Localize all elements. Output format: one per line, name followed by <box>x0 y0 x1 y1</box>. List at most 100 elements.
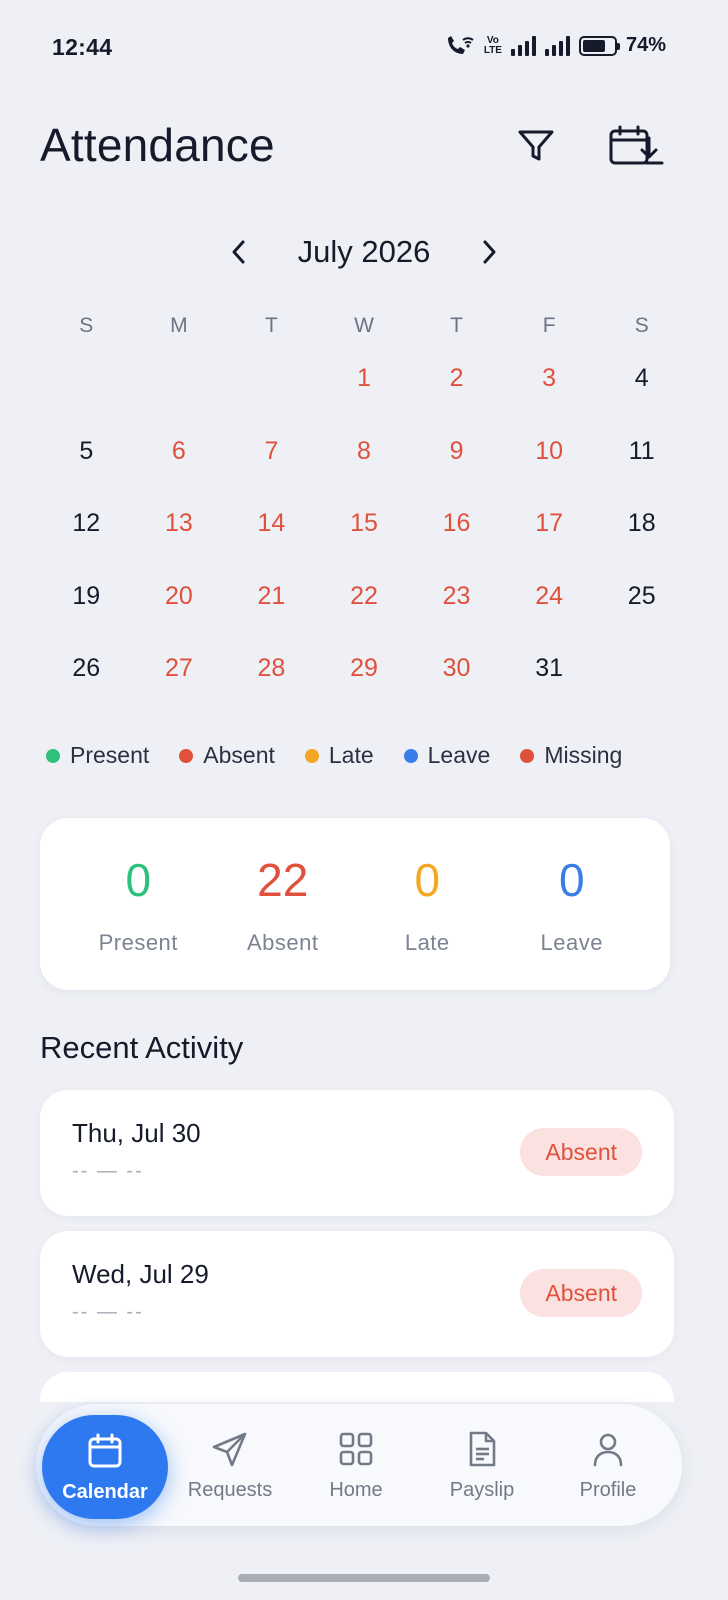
month-navigation: July 2026 <box>0 232 728 272</box>
calendar-day[interactable]: 13 <box>133 487 226 560</box>
weekday-label: W <box>354 314 374 337</box>
weekday-label: F <box>542 314 556 337</box>
weekday-label: S <box>79 314 94 337</box>
stat-absent: 22 Absent <box>211 818 356 990</box>
status-icons: Vo LTE 74% <box>445 34 666 57</box>
calendar-day[interactable]: 24 <box>503 560 596 633</box>
calendar-day[interactable]: 20 <box>133 560 226 633</box>
calendar-day-empty <box>133 342 226 415</box>
prev-month-button[interactable] <box>224 232 254 272</box>
nav-calendar[interactable]: Calendar <box>42 1415 168 1519</box>
calendar-day[interactable]: 21 <box>225 560 318 633</box>
calendar-day[interactable]: 12 <box>40 487 133 560</box>
nav-label: Profile <box>579 1478 637 1501</box>
legend-dot <box>304 748 319 763</box>
recent-activity-title: Recent Activity <box>40 1030 244 1065</box>
calendar-day[interactable]: 5 <box>40 415 133 488</box>
stat-label: Present <box>98 930 178 955</box>
calendar-day-empty <box>225 342 318 415</box>
signal-icon <box>510 35 536 56</box>
calendar-download-icon <box>609 125 664 165</box>
nav-label: Home <box>329 1478 383 1501</box>
legend-missing: Missing <box>520 742 622 769</box>
calendar-day[interactable]: 22 <box>318 560 411 633</box>
stat-label: Leave <box>540 930 603 955</box>
status-badge: Absent <box>520 1128 642 1176</box>
calendar-day[interactable]: 6 <box>133 415 226 488</box>
calendar-day-empty <box>595 632 688 705</box>
weekday-label: S <box>634 314 649 337</box>
day-grid: 1 2 3 4 5 6 7 8 9 10 11 12 13 14 15 16 17 18 19 20 21 22 23 24 2… <box>40 342 688 705</box>
legend-dot <box>179 748 194 763</box>
bottom-navigation: Calendar Requests Home Payslip Profile <box>36 1404 682 1526</box>
stat-label: Late <box>404 930 450 955</box>
next-month-button[interactable] <box>474 232 504 272</box>
weekday-label: M <box>170 314 188 337</box>
calendar-day[interactable]: 26 <box>40 632 133 705</box>
status-badge: Absent <box>520 1269 642 1317</box>
calendar-week-row: 26 27 28 29 30 31 <box>40 632 688 705</box>
weekday-label: T <box>450 314 463 337</box>
stat-leave: 0 Leave <box>500 818 645 990</box>
calendar-day[interactable]: 9 <box>410 415 503 488</box>
grid-icon <box>339 1432 373 1465</box>
activity-item[interactable]: Thu, Jul 30 -- — -- Absent <box>40 1090 674 1216</box>
calendar-day[interactable]: 28 <box>225 632 318 705</box>
activity-item[interactable]: Wed, Jul 29 -- — -- Absent <box>40 1231 674 1357</box>
calendar-day[interactable]: 10 <box>503 415 596 488</box>
calendar-day[interactable]: 17 <box>503 487 596 560</box>
calendar-day[interactable]: 2 <box>410 342 503 415</box>
calendar-day[interactable]: 19 <box>40 560 133 633</box>
wifi-call-icon <box>447 35 474 54</box>
nav-home[interactable]: Home <box>296 1404 416 1526</box>
stat-present: 0 Present <box>66 818 211 990</box>
chevron-left-icon <box>232 240 245 264</box>
nav-requests[interactable]: Requests <box>170 1404 290 1526</box>
nav-payslip[interactable]: Payslip <box>422 1404 542 1526</box>
calendar-day[interactable]: 8 <box>318 415 411 488</box>
chevron-right-icon <box>483 240 496 264</box>
stat-label: Absent <box>247 930 319 955</box>
activity-time: -- — -- <box>72 1160 144 1182</box>
calendar-grid: S M T W T F S 1 2 3 4 5 6 7 8 9 10 11 12 13 14 15 16 17 1… <box>40 310 688 705</box>
calendar-day[interactable]: 16 <box>410 487 503 560</box>
user-icon <box>593 1433 623 1466</box>
calendar-day-empty <box>40 342 133 415</box>
legend-late: Late <box>304 742 374 769</box>
weekday-label: T <box>265 314 278 337</box>
calendar-week-row: 19 20 21 22 23 24 25 <box>40 560 688 633</box>
nav-label: Requests <box>187 1478 273 1501</box>
export-calendar-button[interactable] <box>608 118 664 174</box>
calendar-day[interactable]: 3 <box>503 342 596 415</box>
calendar-day[interactable]: 11 <box>595 415 688 488</box>
calendar-week-row: 1234 <box>40 342 688 415</box>
calendar-day[interactable]: 30 <box>410 632 503 705</box>
filter-button[interactable] <box>508 118 564 174</box>
legend-dot <box>520 748 535 763</box>
status-time: 12:44 <box>52 34 113 60</box>
calendar-icon <box>88 1433 122 1467</box>
legend-leave: Leave <box>403 742 490 769</box>
calendar-day[interactable]: 25 <box>595 560 688 633</box>
filter-icon <box>518 130 554 161</box>
calendar-day[interactable]: 23 <box>410 560 503 633</box>
activity-date: Wed, Jul 29 <box>72 1259 209 1289</box>
calendar-day[interactable]: 15 <box>318 487 411 560</box>
document-icon <box>469 1431 496 1466</box>
month-label: July 2026 <box>297 234 431 269</box>
calendar-day[interactable]: 1 <box>318 342 411 415</box>
calendar-day[interactable]: 18 <box>595 487 688 560</box>
calendar-day[interactable]: 14 <box>225 487 318 560</box>
calendar-day[interactable]: 31 <box>503 632 596 705</box>
nav-profile[interactable]: Profile <box>548 1404 668 1526</box>
stat-value: 0 <box>125 854 152 906</box>
battery-level: 74% <box>625 34 666 56</box>
calendar-day[interactable]: 27 <box>133 632 226 705</box>
calendar-week-row: 5 6 7 8 9 10 11 <box>40 415 688 488</box>
calendar-day[interactable]: 4 <box>595 342 688 415</box>
calendar-day[interactable]: 7 <box>225 415 318 488</box>
signal-icon-2 <box>544 35 570 56</box>
status-legend: Present Absent Late Leave Missing <box>46 742 622 769</box>
calendar-day[interactable]: 29 <box>318 632 411 705</box>
activity-time: -- — -- <box>72 1301 144 1323</box>
